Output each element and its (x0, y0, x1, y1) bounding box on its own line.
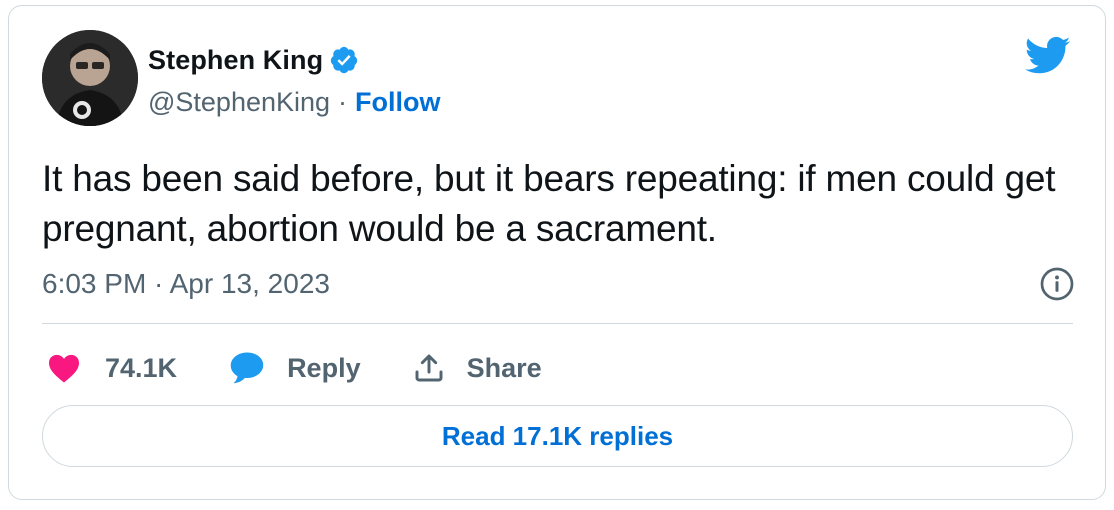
tweet-card: Stephen King @StephenKing · Follow It ha… (8, 5, 1106, 500)
avatar-photo (42, 30, 138, 126)
read-replies-button[interactable]: Read 17.1K replies (42, 405, 1073, 467)
tweet-text: It has been said before, but it bears re… (42, 158, 1056, 249)
separator-dot: · (338, 86, 348, 117)
heart-icon (49, 354, 79, 383)
like-count: 74.1K (105, 352, 178, 383)
reply-button[interactable]: Reply (229, 351, 361, 385)
avatar[interactable] (42, 30, 138, 126)
like-button[interactable]: 74.1K (47, 353, 177, 384)
verified-badge-icon (329, 45, 359, 75)
display-name[interactable]: Stephen King (148, 45, 323, 76)
share-upload-icon (415, 354, 443, 382)
handle[interactable]: @StephenKing (148, 87, 330, 118)
share-button[interactable]: Share (413, 351, 542, 385)
twitter-bird-icon[interactable] (1025, 36, 1071, 76)
info-icon[interactable] (1039, 266, 1075, 302)
timestamp[interactable]: 6:03 PM · Apr 13, 2023 (42, 268, 330, 300)
handle-row: @StephenKing · Follow (148, 85, 441, 119)
action-bar: 74.1K Reply Share (47, 346, 594, 390)
share-label: Share (466, 352, 542, 383)
follow-link[interactable]: Follow (355, 87, 440, 118)
divider (42, 323, 1073, 324)
reply-label: Reply (287, 352, 361, 383)
speech-bubble-icon (230, 352, 264, 384)
name-row: Stephen King (148, 44, 359, 76)
